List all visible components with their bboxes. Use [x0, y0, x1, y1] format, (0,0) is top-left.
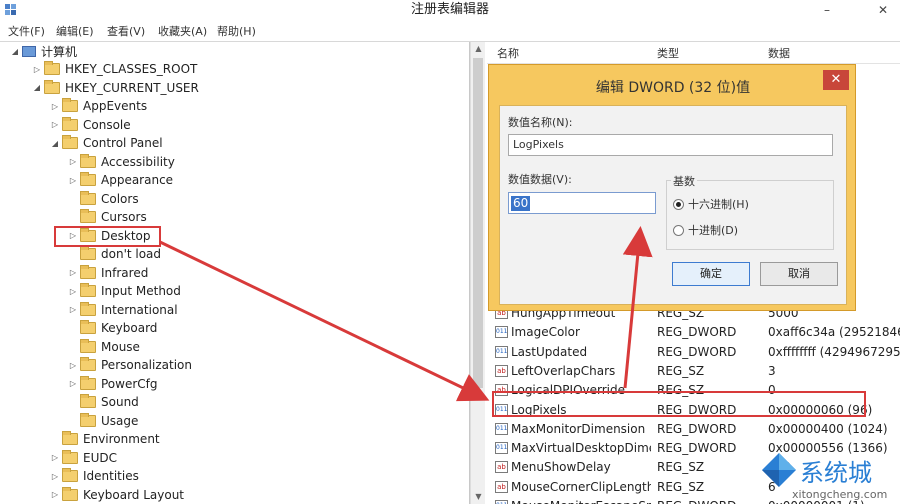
watermark-url: xitongcheng.com — [792, 488, 888, 501]
windows-logo-icon — [762, 453, 796, 487]
arrow-to-logpixels — [159, 240, 490, 402]
arrow-to-data-field — [622, 226, 653, 389]
watermark-text: 系统城 — [800, 459, 872, 487]
annotation-arrows — [159, 226, 653, 402]
watermark: 系统城 xitongcheng.com — [760, 447, 900, 504]
